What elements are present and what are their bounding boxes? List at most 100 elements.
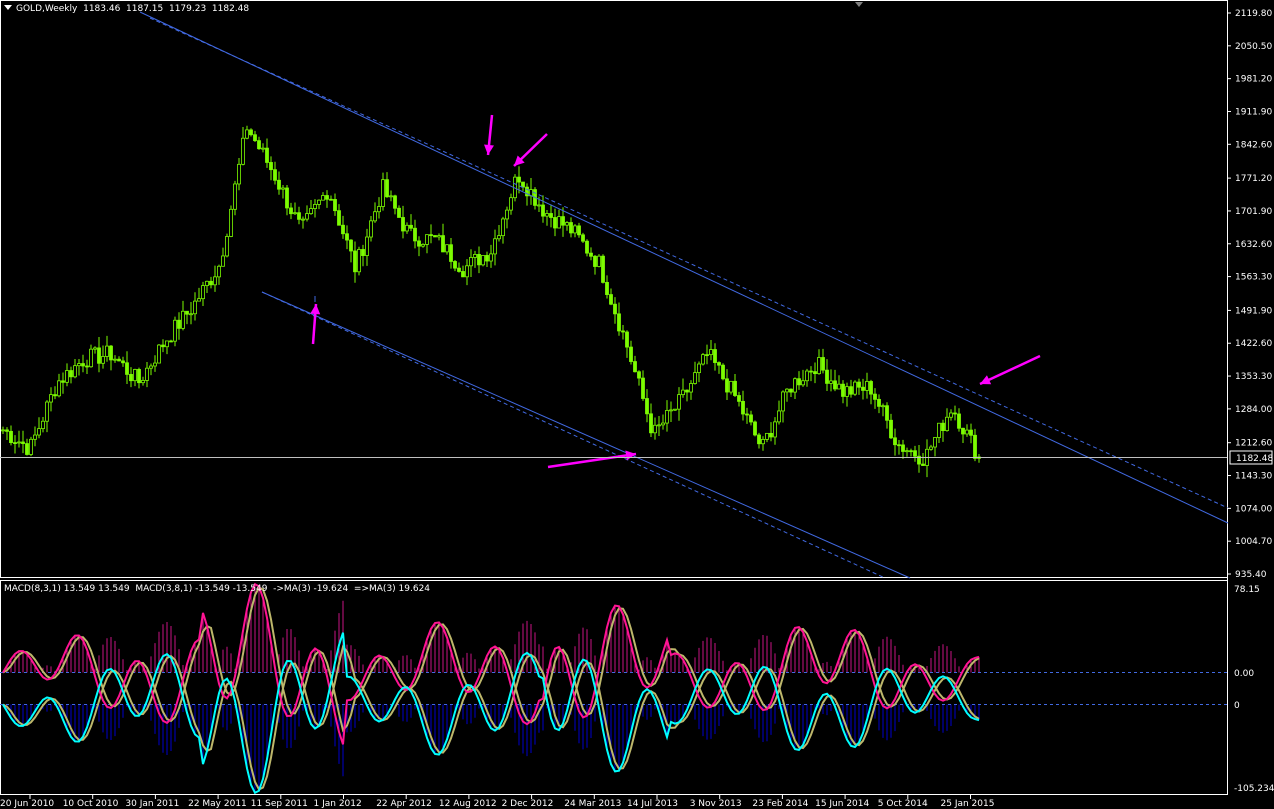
candle-body <box>817 357 821 375</box>
candle-body <box>405 224 409 232</box>
candle-body <box>257 140 261 150</box>
annotation-arrowhead-icon <box>310 304 321 315</box>
candle-body <box>25 443 29 455</box>
time-axis-ticks: 20 Jun 2010 10 Oct 2010 30 Jan 2011 22 May … <box>0 795 994 809</box>
candle-body <box>453 261 457 269</box>
channel-trendline <box>149 17 1229 509</box>
arrow-group <box>310 114 1041 469</box>
candle-body <box>645 398 649 415</box>
time-tick-label: 5 Oct 2014 <box>878 799 928 809</box>
candle-body <box>469 257 473 267</box>
candle-body <box>157 344 161 364</box>
candle-body <box>109 345 113 361</box>
price-tick-label: 1491.90 <box>1235 306 1272 316</box>
macd-ymax-label: 78.15 <box>1234 585 1260 595</box>
candle-body <box>445 244 449 253</box>
candle-body <box>349 239 353 252</box>
candle-body <box>873 393 877 400</box>
candle-body <box>857 381 861 388</box>
price-tick-label: 1771.20 <box>1235 174 1272 184</box>
price-tick-label: 935.40 <box>1235 570 1267 580</box>
candle-body <box>765 432 769 440</box>
candle-body <box>361 249 365 256</box>
candle-body <box>745 413 749 416</box>
candle-body <box>973 434 977 459</box>
candle-body <box>649 413 653 434</box>
candle-body <box>641 377 645 399</box>
candle-body <box>197 298 201 302</box>
candle-body <box>353 250 357 273</box>
time-tick-label: 22 May 2011 <box>188 799 247 809</box>
channel-trendline <box>261 291 886 579</box>
candle-body <box>117 358 121 362</box>
candle-body <box>801 380 805 386</box>
candle-body <box>29 438 33 455</box>
candle-body <box>945 416 949 432</box>
candle-body <box>837 383 841 390</box>
candle-body <box>773 421 777 438</box>
candle-body <box>129 373 133 382</box>
candle-body <box>589 252 593 257</box>
candle-body <box>209 280 213 286</box>
candle-body <box>141 380 145 384</box>
channel-trendline <box>139 11 1229 524</box>
dropdown-triangle-icon[interactable] <box>4 5 12 10</box>
candle-body <box>877 398 881 407</box>
candle-body <box>761 439 765 445</box>
candle-body <box>65 370 69 383</box>
candle-body <box>85 365 89 368</box>
candle-body <box>377 206 381 213</box>
candle-body <box>1 429 5 432</box>
candle-body <box>789 388 793 393</box>
candle-body <box>97 347 101 364</box>
candle-body <box>481 255 485 266</box>
price-info-bar: GOLD,Weekly 1183.46 1187.15 1179.23 1182… <box>4 4 249 14</box>
candle-body <box>293 212 297 215</box>
candle-body <box>309 208 313 215</box>
time-tick-label: 20 Jun 2010 <box>0 799 54 809</box>
ohlc-values: 1183.46 1187.15 1179.23 1182.48 <box>83 4 250 14</box>
candle-body <box>461 271 465 278</box>
candle-body <box>217 265 221 278</box>
candle-body <box>285 187 289 209</box>
price-tick-label: 1422.60 <box>1235 339 1272 349</box>
candle-body <box>849 386 853 395</box>
candle-body <box>885 405 889 421</box>
time-tick-label: 10 Oct 2010 <box>63 799 119 809</box>
candle-body <box>261 147 265 150</box>
candle-body <box>233 183 237 210</box>
candle-body <box>781 391 785 412</box>
candle-body <box>253 134 257 142</box>
candle-body <box>409 224 413 229</box>
time-tick-label: 30 Jan 2011 <box>125 799 179 809</box>
candle-body <box>953 412 957 415</box>
candle-body <box>893 437 897 446</box>
candle-body <box>93 347 97 350</box>
price-tick-label: 1911.90 <box>1235 107 1272 117</box>
macd-lines <box>2 582 980 795</box>
candle-body <box>665 410 669 424</box>
candle-body <box>601 255 605 283</box>
candle-body <box>389 195 393 198</box>
price-tick-label: 1842.60 <box>1235 140 1272 150</box>
candle-body <box>313 204 317 209</box>
candle-body <box>797 378 801 386</box>
scroll-marker-icon[interactable] <box>855 2 863 7</box>
candle-body <box>933 437 937 448</box>
current-price-label: 1182.48 <box>1236 454 1273 464</box>
candle-body <box>337 210 341 226</box>
trendline-group <box>139 11 1229 579</box>
candle-body <box>965 429 969 435</box>
candle-body <box>277 179 281 190</box>
candle-body <box>161 344 165 348</box>
time-tick-label: 23 Feb 2014 <box>752 799 808 809</box>
candle-body <box>229 208 233 237</box>
candle-body <box>749 414 753 423</box>
price-tick-label: 1563.30 <box>1235 273 1272 283</box>
candle-body <box>417 240 421 247</box>
candle-body <box>41 420 45 430</box>
candle-body <box>45 401 49 422</box>
candle-body <box>553 217 557 229</box>
time-tick-label: 2 Dec 2012 <box>502 799 554 809</box>
price-tick-label: 1981.20 <box>1235 75 1272 85</box>
